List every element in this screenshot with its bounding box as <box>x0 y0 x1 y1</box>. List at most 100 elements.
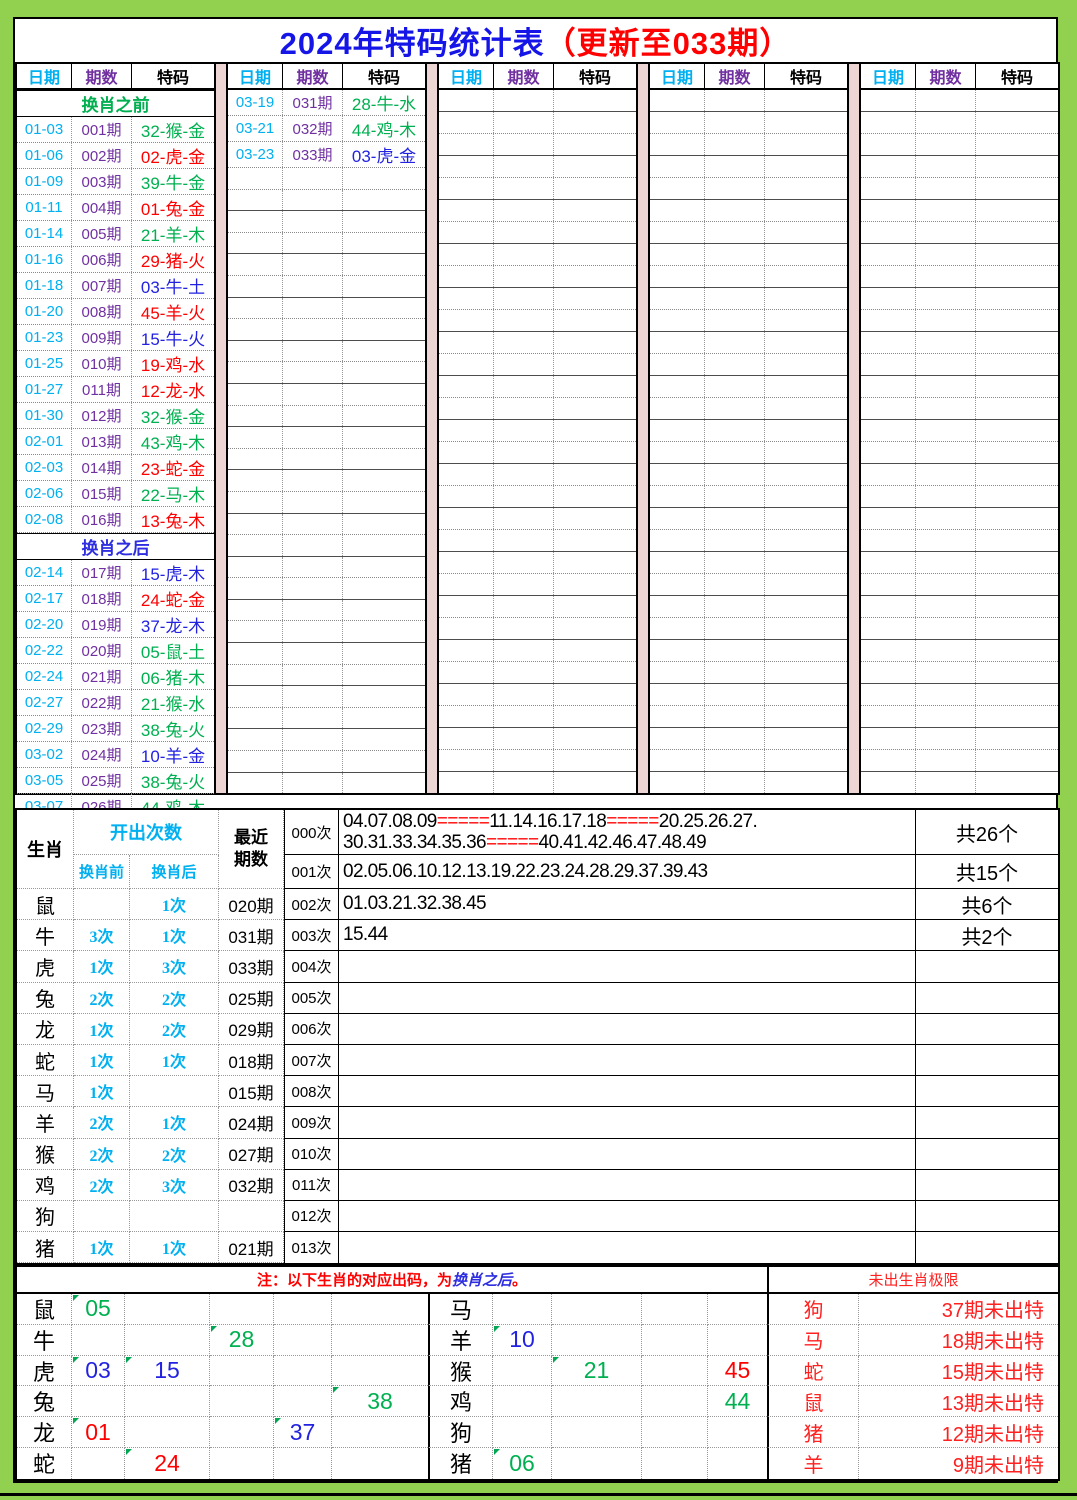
count-label-cell: 002次 <box>284 889 339 920</box>
period-cell <box>283 643 343 664</box>
code-cell: 32-猴-金 <box>132 117 214 142</box>
after-count-cell <box>130 1201 219 1232</box>
date-cell <box>861 90 916 111</box>
date-cell <box>439 596 494 617</box>
date-cell <box>861 596 916 617</box>
date-cell <box>439 134 494 155</box>
code-cell <box>976 662 1058 683</box>
code-cell <box>343 427 425 448</box>
numbers-cell <box>339 1201 916 1232</box>
code-cell <box>343 535 425 556</box>
table-row <box>650 178 847 200</box>
period-cell <box>283 319 343 340</box>
after-count-cell: 1次 <box>130 920 219 951</box>
table-row <box>861 222 1058 244</box>
code-cell <box>976 90 1058 111</box>
date-cell <box>650 486 705 507</box>
period-cell <box>705 772 765 793</box>
comment-marker-icon <box>494 1326 500 1332</box>
left-value-cell <box>210 1386 274 1417</box>
date-cell <box>861 200 916 221</box>
comment-marker-icon <box>275 1418 281 1424</box>
date-cell <box>650 618 705 639</box>
table-row <box>439 332 636 354</box>
table-row <box>439 464 636 486</box>
period-column-group: 日期期数特码 <box>648 62 849 795</box>
period-cell <box>705 266 765 287</box>
before-count-cell: 1次 <box>74 1076 130 1107</box>
date-cell <box>439 178 494 199</box>
page-title: 2024年特码统计表（更新至033期） <box>15 19 1056 61</box>
numbers-line: 02.05.06.10.12.13.19.22.23.24.28.29.37.3… <box>343 857 708 887</box>
code-cell <box>554 486 636 507</box>
table-row <box>228 276 425 298</box>
date-cell <box>439 244 494 265</box>
period-cell <box>705 156 765 177</box>
code-cell <box>343 190 425 211</box>
code-cell <box>976 574 1058 595</box>
code-cell <box>765 178 847 199</box>
table-row <box>439 178 636 200</box>
comment-marker-icon <box>333 1387 339 1393</box>
code-cell <box>976 442 1058 463</box>
table-row <box>439 288 636 310</box>
middle-zodiac-cell: 羊 <box>428 1325 493 1356</box>
date-cell <box>228 211 283 232</box>
date-cell <box>861 354 916 375</box>
table-row <box>861 266 1058 288</box>
period-cell: 018期 <box>72 586 132 611</box>
middle-value-cell <box>552 1417 642 1448</box>
zodiac-name-cell: 虎 <box>17 951 74 982</box>
count-total-cell <box>916 951 1058 982</box>
count-label-cell: 012次 <box>284 1201 339 1232</box>
table-row <box>650 376 847 398</box>
numbers-cell: 01.03.21.32.38.45 <box>339 889 916 920</box>
recent-period-cell: 032期 <box>219 1170 284 1201</box>
period-cell <box>283 600 343 621</box>
date-cell <box>439 640 494 661</box>
middle-value-cell <box>642 1448 708 1479</box>
code-cell: 15-牛-火 <box>132 325 214 350</box>
zodiac-name-cell: 羊 <box>17 1107 74 1138</box>
middle-value-cell <box>708 1417 767 1448</box>
date-cell <box>228 449 283 470</box>
recent-period-cell: 029期 <box>219 1014 284 1045</box>
date-cell <box>861 244 916 265</box>
date-cell <box>650 508 705 529</box>
period-cell <box>916 134 976 155</box>
left-value-cell <box>210 1417 274 1448</box>
code-cell <box>765 728 847 749</box>
period-cell <box>283 470 343 491</box>
limit-zodiac-cell: 鼠 <box>767 1386 859 1417</box>
code-cell: 10-羊-金 <box>132 742 214 767</box>
period-cell <box>705 178 765 199</box>
period-cell <box>916 266 976 287</box>
code-cell <box>554 398 636 419</box>
code-cell: 05-鼠-土 <box>132 638 214 663</box>
period-cell <box>916 244 976 265</box>
period-cell <box>916 772 976 793</box>
count-total-cell <box>916 983 1058 1014</box>
comment-marker-icon <box>126 1357 132 1363</box>
count-header: 开出次数 <box>74 810 219 855</box>
period-cell <box>705 310 765 331</box>
zodiac-name-cell: 龙 <box>17 1014 74 1045</box>
date-cell <box>228 276 283 297</box>
date-cell <box>861 618 916 639</box>
period-cell <box>705 398 765 419</box>
code-cell: 39-牛-金 <box>132 169 214 194</box>
code-column-header: 特码 <box>554 64 636 88</box>
code-cell <box>976 112 1058 133</box>
date-cell <box>228 514 283 535</box>
code-cell <box>976 288 1058 309</box>
period-cell <box>705 134 765 155</box>
code-cell <box>976 640 1058 661</box>
table-row <box>439 376 636 398</box>
date-cell <box>650 332 705 353</box>
date-cell <box>439 288 494 309</box>
table-row <box>650 574 847 596</box>
code-cell <box>554 772 636 793</box>
table-row <box>439 750 636 772</box>
after-count-cell <box>130 1076 219 1107</box>
code-cell <box>976 596 1058 617</box>
